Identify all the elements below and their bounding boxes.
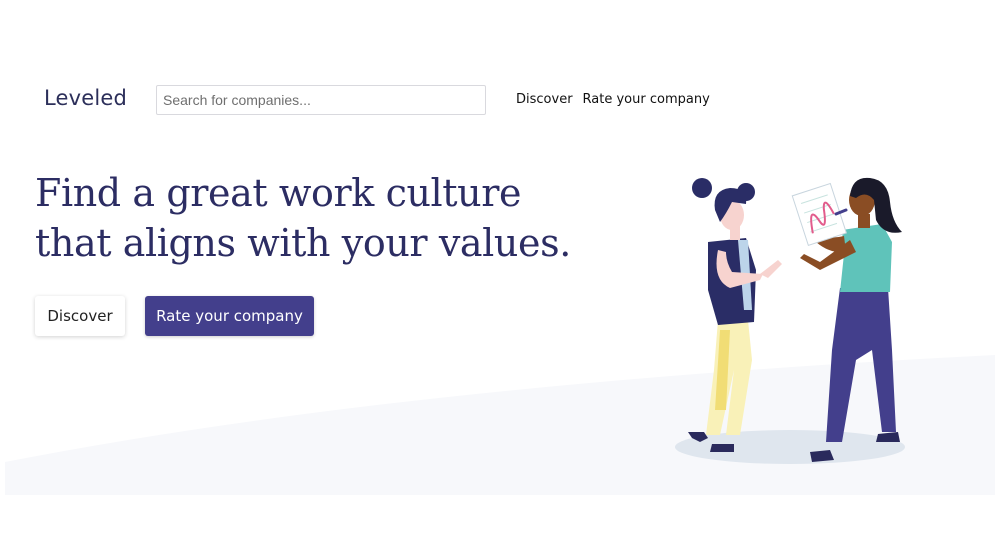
page: Leveled Discover Rate your company Find … (0, 0, 995, 533)
logo[interactable]: Leveled (44, 86, 127, 110)
top-nav: Discover Rate your company (516, 92, 710, 107)
discover-button[interactable]: Discover (35, 296, 125, 336)
hero-headline-line-2: that aligns with your values. (35, 221, 571, 265)
rate-your-company-button[interactable]: Rate your company (145, 296, 314, 336)
hero-headline: Find a great work culture that aligns wi… (35, 168, 635, 268)
hero-headline-line-1: Find a great work culture (35, 171, 522, 215)
nav-link-rate-your-company[interactable]: Rate your company (583, 92, 710, 107)
nav-link-discover[interactable]: Discover (516, 92, 573, 107)
search-input[interactable] (156, 85, 486, 115)
two-women-discussing-chart-illustration (675, 177, 905, 464)
